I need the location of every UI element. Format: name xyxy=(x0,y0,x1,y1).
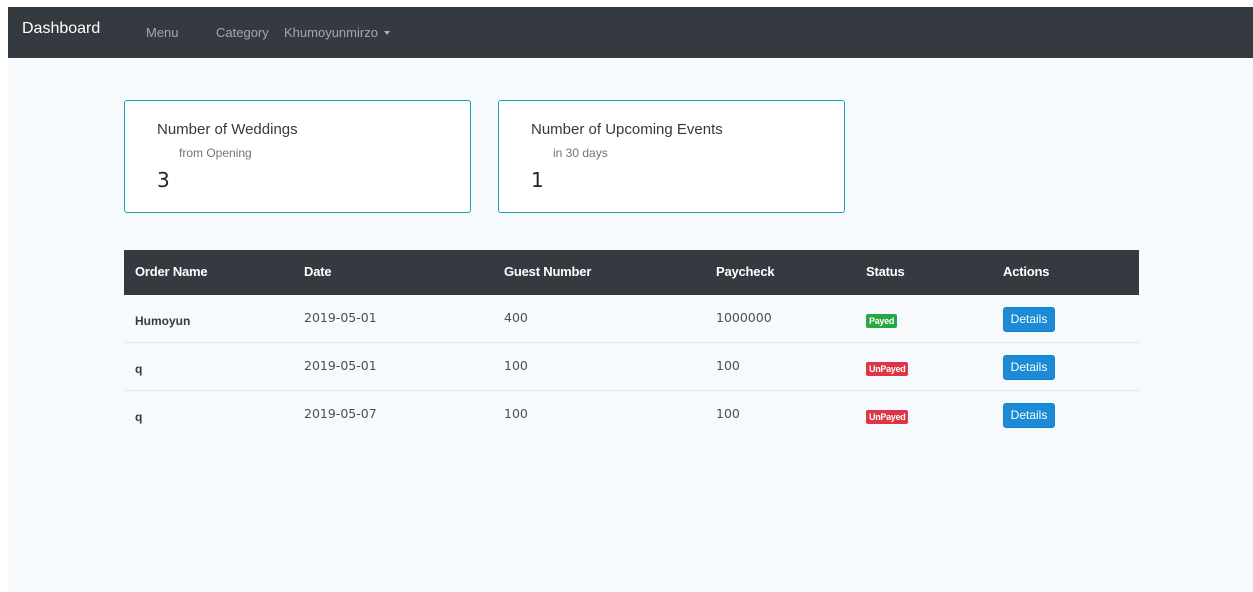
user-name: Khumoyunmirzo xyxy=(284,25,378,40)
column-header-guest-number: Guest Number xyxy=(504,264,592,279)
table-header: Order Name Date Guest Number Paycheck St… xyxy=(124,250,1139,295)
cell-order-name: q xyxy=(135,410,143,424)
upcoming-events-card: Number of Upcoming Events in 30 days 1 xyxy=(498,100,845,213)
weddings-count-card: Number of Weddings from Opening 3 xyxy=(124,100,471,213)
table-row: Humoyun 2019-05-01 400 1000000 Payed Det… xyxy=(124,295,1139,343)
nav-category-link[interactable]: Category xyxy=(216,25,269,40)
app-frame: Dashboard Menu Category Khumoyunmirzo Nu… xyxy=(8,7,1253,592)
card-title: Number of Upcoming Events xyxy=(531,121,723,138)
details-button[interactable]: Details xyxy=(1003,355,1055,380)
status-badge: UnPayed xyxy=(866,362,909,376)
cell-paycheck: 1000000 xyxy=(716,310,772,325)
cell-date: 2019-05-01 xyxy=(304,310,377,325)
user-dropdown[interactable]: Khumoyunmirzo xyxy=(284,25,390,40)
cell-order-name: Humoyun xyxy=(135,314,191,328)
details-button[interactable]: Details xyxy=(1003,403,1055,428)
table-row: q 2019-05-01 100 100 UnPayed Details xyxy=(124,343,1139,391)
orders-table: Order Name Date Guest Number Paycheck St… xyxy=(124,250,1139,439)
cell-order-name: q xyxy=(135,362,143,376)
cell-guest-number: 400 xyxy=(504,310,528,325)
column-header-date: Date xyxy=(304,264,332,279)
card-title: Number of Weddings xyxy=(157,121,298,138)
details-button[interactable]: Details xyxy=(1003,307,1055,332)
caret-down-icon xyxy=(383,31,390,35)
card-value: 3 xyxy=(157,168,170,192)
table-row: q 2019-05-07 100 100 UnPayed Details xyxy=(124,391,1139,439)
card-subtitle: from Opening xyxy=(179,146,252,160)
cell-guest-number: 100 xyxy=(504,358,528,373)
cell-paycheck: 100 xyxy=(716,406,740,421)
column-header-status: Status xyxy=(866,264,905,279)
cell-date: 2019-05-01 xyxy=(304,358,377,373)
brand-link[interactable]: Dashboard xyxy=(22,20,100,38)
top-navbar: Dashboard Menu Category Khumoyunmirzo xyxy=(8,7,1253,58)
nav-menu-link[interactable]: Menu xyxy=(146,25,179,40)
card-value: 1 xyxy=(531,168,544,192)
cell-date: 2019-05-07 xyxy=(304,406,377,421)
column-header-order-name: Order Name xyxy=(135,264,208,279)
status-badge: UnPayed xyxy=(866,410,909,424)
cell-paycheck: 100 xyxy=(716,358,740,373)
card-subtitle: in 30 days xyxy=(553,146,608,160)
cell-guest-number: 100 xyxy=(504,406,528,421)
column-header-paycheck: Paycheck xyxy=(716,264,775,279)
column-header-actions: Actions xyxy=(1003,264,1050,279)
status-badge: Payed xyxy=(866,314,898,328)
